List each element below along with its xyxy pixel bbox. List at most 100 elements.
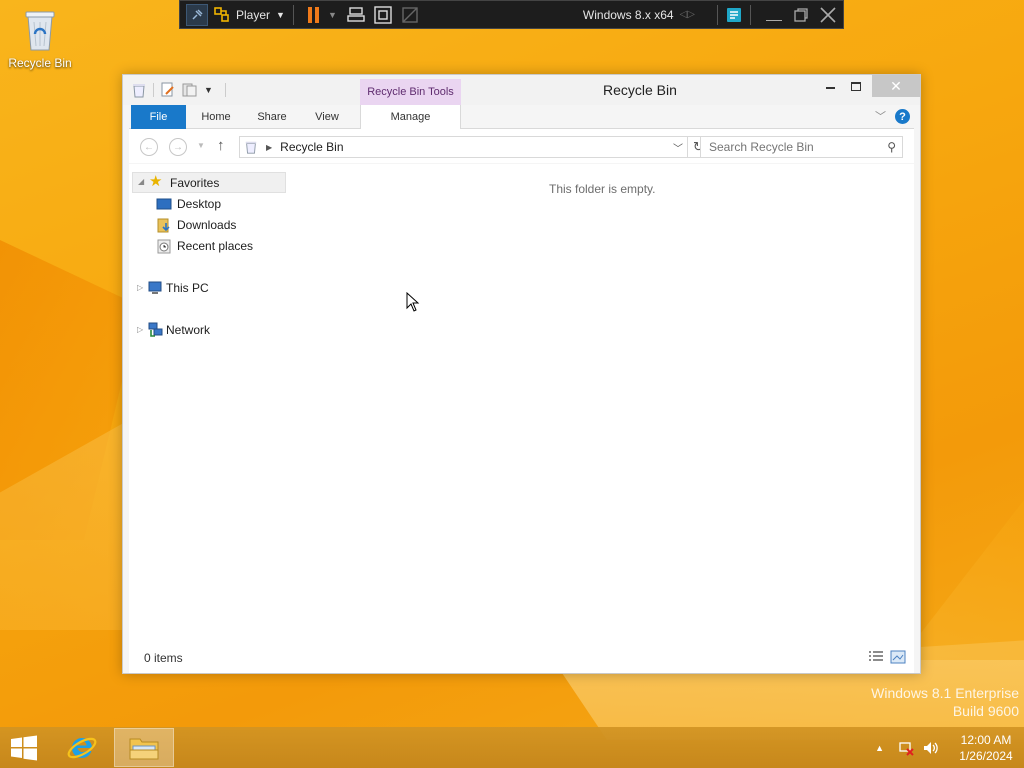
- taskbar: ▲ 12:00 AM 1/26/2024: [0, 727, 1024, 768]
- system-tray: ▲ 12:00 AM 1/26/2024: [875, 727, 1024, 768]
- expand-ribbon-icon[interactable]: ﹀: [875, 108, 886, 124]
- player-menu[interactable]: Player ▼: [214, 4, 285, 26]
- divider: [224, 83, 226, 97]
- pin-button[interactable]: [186, 3, 208, 26]
- arrow-left-icon: ←: [144, 141, 154, 153]
- large-icons-view-icon[interactable]: [890, 650, 906, 664]
- message-icon: [727, 7, 741, 22]
- resize-arrows-icon: ◁▷: [679, 9, 695, 20]
- pause-icon: [307, 6, 312, 23]
- minimize-icon: [825, 86, 835, 89]
- nav-label: Downloads: [177, 217, 237, 232]
- clock-time: 12:00 AM: [960, 732, 1012, 747]
- send-ctrl-alt-del-button[interactable]: [347, 4, 365, 26]
- watermark-build: Build 9600: [952, 703, 1019, 719]
- maximize-icon: [851, 81, 861, 91]
- network-devices-icon: [347, 6, 365, 22]
- address-bar[interactable]: ▶ Recycle Bin ﹀: [239, 136, 688, 158]
- player-label: Player: [236, 7, 271, 22]
- start-button[interactable]: [0, 728, 48, 767]
- breadcrumb-separator-icon[interactable]: ▶: [266, 143, 272, 152]
- recycle-bin-small-icon: [245, 141, 257, 154]
- divider: [717, 4, 718, 25]
- vm-restore-button[interactable]: [793, 4, 809, 26]
- unity-button[interactable]: [401, 4, 419, 26]
- address-dropdown-icon[interactable]: ﹀: [673, 140, 683, 155]
- computer-icon: [148, 281, 162, 294]
- chevron-down-icon: ▼: [327, 9, 337, 20]
- new-folder-icon[interactable]: [182, 82, 198, 98]
- close-icon: ✕: [890, 77, 902, 94]
- fullscreen-button[interactable]: [373, 4, 393, 26]
- window-title: Recycle Bin: [603, 82, 677, 98]
- taskbar-internet-explorer[interactable]: [52, 728, 112, 767]
- vm-title: Windows 8.x x64: [582, 7, 674, 22]
- nav-label: Favorites: [170, 175, 220, 190]
- search-icon[interactable]: ⚲: [887, 140, 896, 154]
- nav-downloads[interactable]: Downloads: [129, 214, 289, 235]
- navigation-bar: ← → ▼ ↑ ▶ Recycle Bin ﹀ ↻ ⚲: [129, 129, 914, 163]
- tab-share[interactable]: Share: [247, 105, 297, 129]
- message-log-button[interactable]: [726, 4, 742, 26]
- minimize-button[interactable]: [816, 75, 844, 97]
- recycle-bin-label: Recycle Bin: [8, 56, 72, 70]
- contextual-tab-group: Recycle Bin Tools: [360, 79, 461, 105]
- nav-this-pc[interactable]: ▷ This PC: [129, 277, 289, 298]
- quick-access-toolbar: ▼: [131, 82, 226, 98]
- chevron-down-icon: ▼: [276, 9, 285, 20]
- desktop-icon: [156, 198, 172, 209]
- nav-recent-places[interactable]: Recent places: [129, 235, 289, 256]
- close-button[interactable]: ✕: [872, 75, 920, 97]
- vm-minimize-button[interactable]: [763, 4, 785, 26]
- maximize-button[interactable]: [842, 75, 870, 97]
- downloads-icon: [157, 218, 170, 232]
- divider: [153, 83, 154, 97]
- collapse-arrow-icon[interactable]: ◢: [138, 177, 148, 186]
- show-hidden-icons-icon[interactable]: ▲: [875, 743, 884, 753]
- tab-home[interactable]: Home: [191, 105, 241, 129]
- windows-watermark: Windows 8.1 Enterprise Build 9600: [871, 684, 1019, 720]
- mouse-cursor-icon: [406, 292, 420, 312]
- expand-arrow-icon[interactable]: ▷: [137, 325, 147, 334]
- nav-desktop[interactable]: Desktop: [129, 193, 289, 214]
- volume-icon[interactable]: [922, 740, 940, 756]
- nav-label: Recent places: [177, 238, 254, 253]
- nav-network[interactable]: ▷ Network: [129, 319, 289, 340]
- customize-qat-icon[interactable]: ▼: [204, 85, 213, 95]
- up-button[interactable]: ↑: [217, 137, 225, 154]
- close-icon: [820, 6, 836, 23]
- search-box[interactable]: ⚲: [700, 136, 903, 158]
- recent-locations-icon[interactable]: ▼: [197, 141, 205, 150]
- desktop-recycle-bin[interactable]: Recycle Bin: [8, 6, 72, 70]
- tab-file[interactable]: File: [131, 105, 186, 129]
- vm-close-button[interactable]: [819, 4, 837, 26]
- forward-button[interactable]: →: [169, 138, 187, 156]
- expand-arrow-icon[interactable]: ▷: [137, 283, 147, 292]
- folder-icon: [129, 738, 159, 759]
- windows-logo-icon: [11, 735, 37, 760]
- recycle-bin-icon: [22, 6, 58, 54]
- clock[interactable]: 12:00 AM 1/26/2024: [948, 732, 1024, 764]
- explorer-window: ▼ Recycle Bin Tools Recycle Bin ✕ File H…: [122, 74, 921, 674]
- help-icon[interactable]: ?: [895, 109, 910, 124]
- search-input[interactable]: [709, 137, 879, 157]
- network-status-icon[interactable]: [898, 740, 914, 756]
- arrow-right-icon: →: [173, 141, 183, 153]
- back-button[interactable]: ←: [140, 138, 158, 156]
- status-bar: 0 items: [129, 641, 914, 673]
- tab-view[interactable]: View: [303, 105, 351, 129]
- empty-folder-message: This folder is empty.: [549, 182, 656, 196]
- unity-icon: [402, 6, 418, 23]
- nav-favorites[interactable]: ◢ ★ Favorites: [132, 172, 286, 193]
- tab-manage[interactable]: Manage: [360, 105, 461, 129]
- pin-icon: [192, 8, 203, 20]
- properties-icon[interactable]: [160, 82, 176, 98]
- internet-explorer-icon: [67, 737, 97, 758]
- details-view-icon[interactable]: [868, 650, 884, 664]
- navigation-pane: ◢ ★ Favorites Desktop Downloads Recent p…: [129, 172, 289, 641]
- taskbar-file-explorer[interactable]: [114, 728, 174, 767]
- pause-button[interactable]: ▼: [307, 4, 337, 26]
- breadcrumb[interactable]: Recycle Bin: [280, 140, 343, 154]
